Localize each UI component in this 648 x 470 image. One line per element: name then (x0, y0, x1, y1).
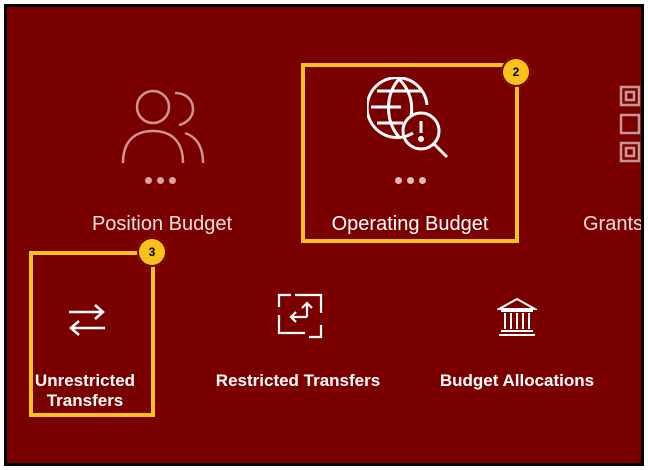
tile-restricted-transfers[interactable]: Restricted Transfers (203, 283, 393, 403)
tile-budget-allocations[interactable]: Budget Allocations (417, 283, 617, 403)
callout-box-operating-budget (301, 63, 519, 243)
tile-position-budget[interactable]: Position Budget (67, 77, 257, 247)
tile-label: Grants (583, 213, 644, 235)
tile-label: Budget Allocations (439, 371, 595, 390)
bounded-swap-arrows-icon (277, 293, 323, 339)
tile-grants[interactable]: Grants (577, 77, 644, 247)
tile-label: Position Budget (91, 213, 233, 235)
callout-box-unrestricted-transfers (29, 251, 155, 417)
step-badge: 3 (137, 237, 167, 267)
more-dots-icon[interactable] (145, 177, 176, 184)
grid-icon (619, 85, 641, 165)
step-badge: 2 (501, 57, 531, 87)
users-icon (117, 85, 207, 165)
tile-label: Restricted Transfers (215, 371, 381, 390)
bank-building-icon (497, 297, 537, 337)
springboard-panel: Position Budget Operating Budget 2 Grant… (4, 4, 644, 466)
